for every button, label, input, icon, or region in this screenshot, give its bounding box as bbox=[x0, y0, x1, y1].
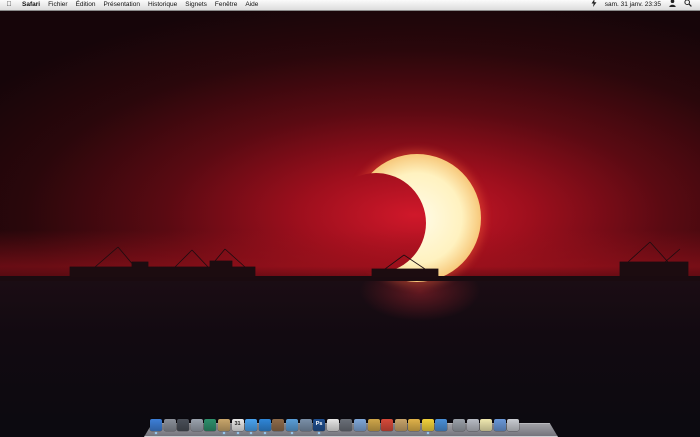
dashboard-icon[interactable] bbox=[177, 419, 190, 431]
trash-icon[interactable] bbox=[507, 419, 520, 431]
apple-icon[interactable]:  bbox=[0, 0, 18, 10]
utility-icon[interactable] bbox=[367, 419, 380, 431]
system-preferences-icon[interactable] bbox=[163, 419, 176, 431]
address-book-icon[interactable] bbox=[272, 419, 285, 431]
eclipse-scene bbox=[0, 150, 700, 286]
documents-stack-icon[interactable] bbox=[493, 419, 506, 431]
imovie-icon[interactable] bbox=[408, 419, 421, 431]
lock-icon[interactable] bbox=[453, 419, 466, 431]
menu-bar:  Safari Fichier Édition Présentation Hi… bbox=[0, 0, 700, 11]
menu-aide[interactable]: Aide bbox=[241, 0, 262, 10]
menu-app-name[interactable]: Safari bbox=[18, 0, 44, 10]
power-icon[interactable] bbox=[587, 0, 601, 11]
menubar-clock[interactable]: sam. 31 janv. 23:35 bbox=[601, 0, 665, 10]
ical-icon[interactable]: 31 bbox=[231, 419, 244, 434]
running-indicator bbox=[222, 432, 225, 434]
running-indicator bbox=[155, 432, 157, 434]
photoshop-icon[interactable]: Ps bbox=[313, 419, 326, 434]
network-icon[interactable] bbox=[435, 419, 448, 431]
running-indicator bbox=[236, 432, 239, 434]
menu-edition[interactable]: Édition bbox=[72, 0, 100, 10]
running-indicator bbox=[426, 432, 429, 434]
menu-signets[interactable]: Signets bbox=[181, 0, 211, 10]
iphoto-icon[interactable] bbox=[299, 419, 312, 431]
script-editor-icon[interactable] bbox=[340, 419, 353, 431]
preview-icon[interactable] bbox=[217, 419, 230, 434]
disk-utility-icon[interactable] bbox=[466, 419, 479, 431]
cube-icon[interactable] bbox=[353, 419, 366, 431]
dock: 31 Ps bbox=[144, 412, 558, 437]
running-indicator bbox=[263, 432, 266, 434]
textedit-icon[interactable] bbox=[326, 419, 339, 431]
desktop-wallpaper bbox=[0, 0, 700, 437]
automator-icon[interactable] bbox=[190, 419, 203, 431]
photoshop-icon-label: Ps bbox=[315, 421, 323, 427]
safari-icon[interactable] bbox=[258, 419, 271, 434]
photo-booth-icon[interactable] bbox=[381, 419, 394, 431]
menu-fichier[interactable]: Fichier bbox=[44, 0, 72, 10]
dock-icons: 31 Ps bbox=[150, 419, 552, 434]
eclipse-crescent bbox=[353, 154, 481, 282]
running-indicator bbox=[290, 432, 293, 434]
ichat-icon[interactable] bbox=[245, 419, 258, 434]
menu-historique[interactable]: Historique bbox=[144, 0, 181, 10]
user-icon[interactable] bbox=[665, 0, 680, 11]
menu-extras: sam. 31 janv. 23:35 bbox=[587, 0, 696, 10]
menu-presentation[interactable]: Présentation bbox=[99, 0, 144, 10]
time-machine-icon[interactable] bbox=[204, 419, 217, 431]
finder-icon[interactable] bbox=[150, 419, 162, 434]
pencil-icon[interactable] bbox=[421, 419, 434, 434]
lightbulb-icon[interactable] bbox=[480, 419, 493, 431]
itunes-icon[interactable] bbox=[285, 419, 298, 434]
ical-icon-label: 31 bbox=[234, 421, 241, 427]
menu-fenetre[interactable]: Fenêtre bbox=[211, 0, 241, 10]
garageband-icon[interactable] bbox=[394, 419, 407, 431]
search-icon[interactable] bbox=[680, 0, 696, 11]
